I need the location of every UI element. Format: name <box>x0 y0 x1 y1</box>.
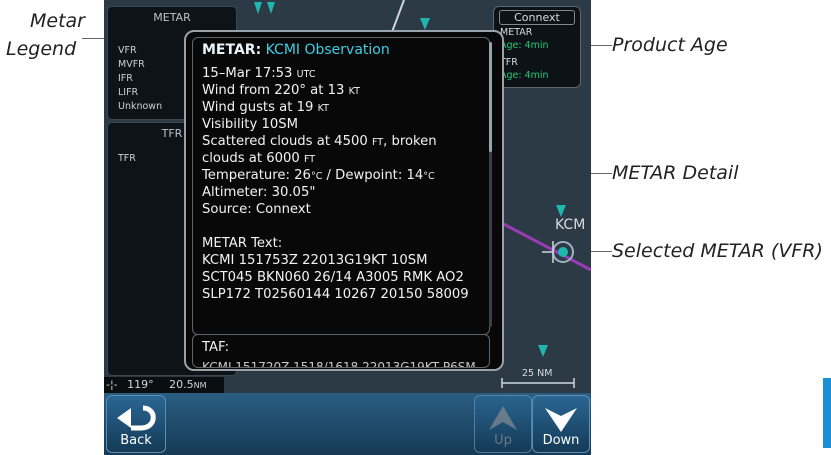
legend-item-mvfr: MVFR <box>118 59 145 70</box>
callout-selected-metar: Selected METAR (VFR) <box>612 240 823 262</box>
callout-product-age: Product Age <box>612 34 728 56</box>
metar-raw-line-1: KCMI 151753Z 22013G19KT 10SM <box>202 253 428 268</box>
down-arrow-icon <box>545 408 577 432</box>
legend-item-unknown: Unknown <box>118 101 163 112</box>
metar-detail-popup[interactable]: METAR: KCMI Observation 15–Mar 17:53 UTC… <box>184 30 504 371</box>
page-accent-bar <box>823 378 831 448</box>
connext-title: Connext <box>499 10 575 25</box>
bearing-value: 119° <box>127 378 154 391</box>
vfr-marker-icon <box>254 2 262 14</box>
map-airport-label: KCM <box>555 217 586 233</box>
connext-product-metar-label: METAR <box>500 27 533 38</box>
callout-metar-detail: METAR Detail <box>612 162 739 184</box>
up-button-label: Up <box>494 433 512 448</box>
map-scale-label: 25 NM <box>522 368 553 379</box>
distance-unit: NM <box>193 381 207 390</box>
popup-scrollbar[interactable] <box>489 42 492 327</box>
down-button[interactable]: Down <box>532 395 590 453</box>
up-button[interactable]: Up <box>474 395 532 453</box>
back-button-label: Back <box>120 433 152 448</box>
crosshair-icon: -¦- <box>106 378 118 391</box>
taf-partial-text: KCMI 151720Z 1518/1618 22013G19KT P6SM <box>202 360 476 368</box>
gust-line: Wind gusts at 19 KT <box>202 100 329 115</box>
up-arrow-icon <box>489 406 517 430</box>
popup-title: METAR: KCMI Observation <box>202 42 390 58</box>
connext-product-age-box: Connext METAR Age: 4min TFR Age: 4min <box>493 6 581 88</box>
metar-text-header: METAR Text: <box>202 236 283 251</box>
distance-value: 20.5 <box>169 378 194 391</box>
device-screen: KCM 25 NM METAR VFR MVFR IFR LIFR Unknow… <box>104 0 591 455</box>
clouds-line-1: Scattered clouds at 4500 FT, broken <box>202 134 437 149</box>
temperature-line: Temperature: 26°C / Dewpoint: 14°C <box>202 168 435 183</box>
vfr-marker-icon <box>556 205 566 217</box>
legend-item-tfr: TFR <box>118 153 136 164</box>
visibility-line: Visibility 10SM <box>202 117 298 132</box>
vfr-marker-icon <box>538 345 548 357</box>
legend-item-vfr: VFR <box>118 45 137 56</box>
connext-product-tfr-age: Age: 4min <box>500 70 549 81</box>
down-button-label: Down <box>542 433 580 448</box>
legend-title-metar: METAR <box>153 11 191 24</box>
popup-scroll-thumb[interactable] <box>489 42 492 152</box>
connext-product-metar-age: Age: 4min <box>500 40 549 51</box>
metar-raw-line-2: SCT045 BKN060 26/14 A3005 RMK AO2 <box>202 270 464 285</box>
map-view[interactable]: KCM 25 NM METAR VFR MVFR IFR LIFR Unknow… <box>104 0 591 393</box>
bearing-distance-readout: -¦- 119° 20.5NM <box>104 377 224 393</box>
legend-item-ifr: IFR <box>118 73 133 84</box>
selected-metar-icon <box>558 247 568 257</box>
popup-title-station: KCMI Observation <box>265 42 390 58</box>
taf-label: TAF: <box>202 340 230 355</box>
legend-item-lifr: LIFR <box>118 87 139 98</box>
callout-metar-legend-line2: Legend <box>6 38 77 60</box>
bottom-button-bar: Back Up Down <box>104 393 591 455</box>
callout-metar-legend-line1: Metar <box>30 10 85 32</box>
vfr-marker-icon <box>420 18 430 30</box>
altimeter-line: Altimeter: 30.05" <box>202 185 316 200</box>
metar-detail-panel[interactable]: METAR: KCMI Observation 15–Mar 17:53 UTC… <box>192 37 490 335</box>
back-arrow-icon <box>117 405 156 431</box>
back-button[interactable]: Back <box>106 395 166 453</box>
source-line: Source: Connext <box>202 202 311 217</box>
taf-panel[interactable]: TAF: KCMI 151720Z 1518/1618 22013G19KT P… <box>192 334 490 368</box>
metar-raw-line-3: SLP172 T02560144 10267 20150 58009 <box>202 287 469 302</box>
obs-time: 15–Mar 17:53 UTC <box>202 66 316 81</box>
clouds-line-2: clouds at 6000 FT <box>202 151 316 166</box>
wind-line: Wind from 220° at 13 KT <box>202 83 360 98</box>
vfr-marker-icon <box>267 2 275 14</box>
popup-title-prefix: METAR: <box>202 42 262 58</box>
